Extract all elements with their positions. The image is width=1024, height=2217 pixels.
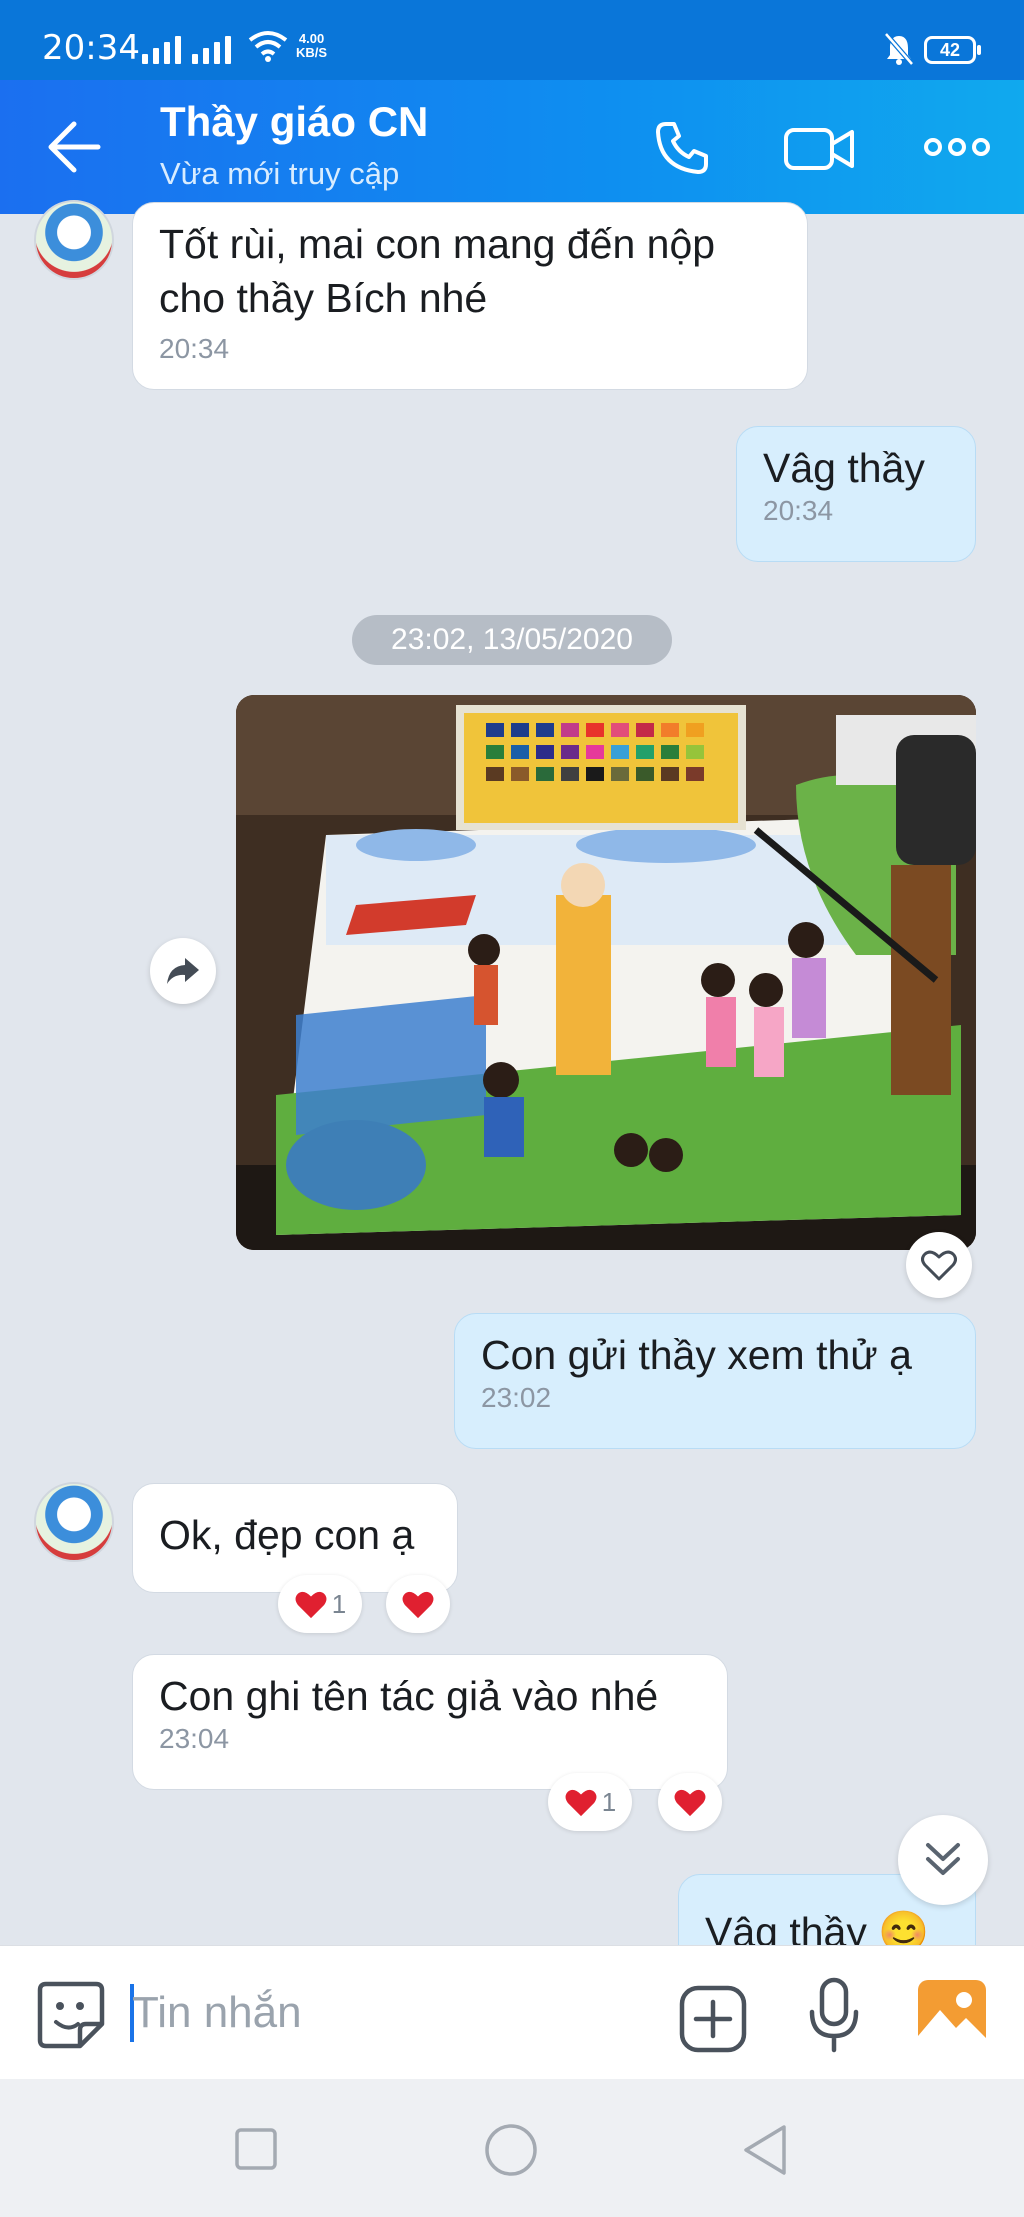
- message-bubble-outgoing[interactable]: Vâg thầy 20:34: [736, 426, 976, 562]
- message-time: 23:04: [159, 1723, 230, 1754]
- heart-outline-icon: [921, 1250, 957, 1281]
- home-icon[interactable]: [484, 2123, 538, 2177]
- date-separator: 23:02, 13/05/2020: [352, 615, 672, 665]
- phone-icon[interactable]: [652, 118, 712, 178]
- nav-back-icon[interactable]: [742, 2123, 788, 2177]
- message-input[interactable]: Tin nhắn: [132, 1988, 302, 2038]
- forward-icon: [167, 958, 199, 984]
- microphone-icon[interactable]: [808, 1976, 860, 2056]
- contact-status: Vừa mới truy cập: [160, 156, 400, 191]
- message-bubble-incoming[interactable]: Con ghi tên tác giả vào nhé 23:04: [132, 1654, 728, 1790]
- message-time: 20:34: [159, 333, 230, 364]
- double-chevron-down-icon: [926, 1843, 960, 1875]
- video-camera-icon[interactable]: [782, 118, 858, 178]
- recent-apps-icon[interactable]: [234, 2127, 278, 2171]
- reaction-count: 1: [601, 1786, 617, 1817]
- message-text: Tốt rùi, mai con mang đến nộp cho thầy B…: [159, 221, 716, 321]
- status-bar: 20:34 4.00 KB/S 42: [0, 0, 1024, 80]
- scroll-to-bottom-button[interactable]: [898, 1815, 988, 1905]
- signal-icon: [142, 34, 181, 64]
- message-text: Con ghi tên tác giả vào nhé: [159, 1673, 659, 1719]
- image-message[interactable]: [236, 695, 976, 1250]
- react-heart-button[interactable]: [658, 1773, 722, 1831]
- image-gallery-icon[interactable]: [916, 1978, 988, 2050]
- message-text: Con gửi thầy xem thử ạ: [481, 1332, 912, 1378]
- react-heart-button[interactable]: [386, 1575, 450, 1633]
- chat-header: Thầy giáo CN Vừa mới truy cập: [0, 80, 1024, 214]
- heart-icon: [565, 1789, 597, 1817]
- message-bubble-outgoing[interactable]: Con gửi thầy xem thử ạ 23:02: [454, 1313, 976, 1449]
- sticker-icon[interactable]: [36, 1980, 106, 2050]
- contact-avatar[interactable]: [34, 200, 114, 280]
- signal-icon-2: [192, 34, 231, 64]
- message-text: Ok, đẹp con ạ: [159, 1512, 415, 1558]
- reaction-summary[interactable]: 1: [548, 1773, 632, 1831]
- plus-icon[interactable]: [678, 1984, 748, 2054]
- composer-bar: Tin nhắn: [0, 1945, 1024, 2080]
- wifi-icon: [248, 31, 288, 62]
- heart-icon: [674, 1789, 706, 1817]
- message-time: 20:34: [763, 495, 834, 526]
- net-speed-unit: KB/S: [296, 45, 328, 60]
- message-time: 23:02: [481, 1382, 552, 1413]
- reaction-summary[interactable]: 1: [278, 1575, 362, 1633]
- message-bubble-incoming[interactable]: Tốt rùi, mai con mang đến nộp cho thầy B…: [132, 202, 808, 390]
- net-speed: 4.00 KB/S: [296, 32, 327, 60]
- back-arrow-icon[interactable]: [46, 120, 102, 174]
- heart-icon: [402, 1591, 434, 1619]
- heart-icon: [295, 1591, 327, 1619]
- contact-name[interactable]: Thầy giáo CN: [160, 98, 428, 146]
- battery-indicator: 42: [924, 36, 981, 64]
- message-text: Vâg thầy: [763, 445, 925, 491]
- more-icon[interactable]: [924, 134, 990, 160]
- net-speed-value: 4.00: [298, 31, 325, 46]
- status-time: 20:34: [42, 28, 140, 68]
- contact-avatar[interactable]: [34, 1482, 114, 1562]
- reaction-count: 1: [331, 1588, 347, 1619]
- drawing-photo: [236, 695, 976, 1250]
- system-nav-bar: [0, 2079, 1024, 2217]
- forward-button[interactable]: [150, 938, 216, 1004]
- bell-muted-icon: [884, 32, 914, 66]
- like-button[interactable]: [906, 1232, 972, 1298]
